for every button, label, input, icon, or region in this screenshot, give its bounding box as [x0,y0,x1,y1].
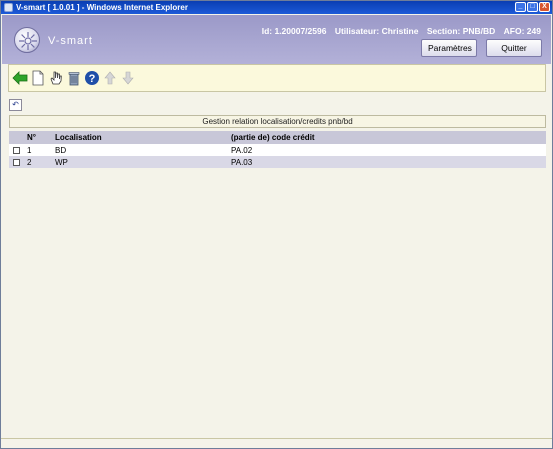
row-number: 2 [25,156,53,168]
maximize-button[interactable]: □ [527,2,538,12]
quitter-button[interactable]: Quitter [486,39,542,57]
row-localisation: BD [53,144,229,156]
table-row[interactable]: 2 WP PA.03 [9,156,546,168]
row-select [9,156,25,168]
row-number: 1 [25,144,53,156]
help-icon[interactable]: ? [84,70,100,86]
session-info: Id: 1.20007/2596 Utilisateur: Christine … [256,26,541,36]
header-localisation: Localisation [53,131,229,144]
toolbar: ? [8,64,546,92]
row-select [9,144,25,156]
page-caption: Gestion relation localisation/credits pn… [9,115,546,128]
table-header-row: N° Localisation (partie de) code crédit [9,131,546,144]
table-row[interactable]: 1 BD PA.02 [9,144,546,156]
row-checkbox[interactable] [13,146,20,154]
parametres-button[interactable]: Paramètres [421,39,477,57]
title-bar: V-smart [ 1.0.01 ] - Windows Internet Ex… [1,1,552,14]
brand-name: V-smart [48,35,93,47]
row-localisation: WP [53,156,229,168]
session-user: Utilisateur: Christine [334,26,419,36]
session-section: Section: PNB/BD [426,26,496,36]
header-select [9,131,25,144]
localisation-table: N° Localisation (partie de) code crédit … [9,131,546,168]
session-afo: AFO: 249 [503,26,541,36]
header-code: (partie de) code crédit [229,131,546,144]
svg-text:?: ? [89,73,96,85]
refresh-button[interactable]: ↶ [9,99,22,111]
row-checkbox[interactable] [13,158,20,166]
trash-icon[interactable] [66,70,82,86]
arrow-down-icon[interactable] [120,70,136,86]
vsmart-logo [14,27,40,53]
select-hand-icon[interactable] [48,70,64,86]
status-bar [1,438,552,448]
app-header: V-smart Id: 1.20007/2596 Utilisateur: Ch… [2,15,551,64]
ie-icon [4,3,13,12]
browser-window: V-smart [ 1.0.01 ] - Windows Internet Ex… [0,0,553,449]
row-code: PA.02 [229,144,546,156]
refresh-icon: ↶ [12,100,19,109]
row-code: PA.03 [229,156,546,168]
minimize-button[interactable]: _ [515,2,526,12]
new-document-icon[interactable] [30,70,46,86]
window-title: V-smart [ 1.0.01 ] - Windows Internet Ex… [16,3,188,12]
close-button[interactable]: X [539,2,550,12]
window-controls: _ □ X [515,2,550,12]
header-number: N° [25,131,53,144]
arrow-up-icon[interactable] [102,70,118,86]
back-arrow-icon[interactable] [12,70,28,86]
session-id: Id: 1.20007/2596 [261,26,327,36]
